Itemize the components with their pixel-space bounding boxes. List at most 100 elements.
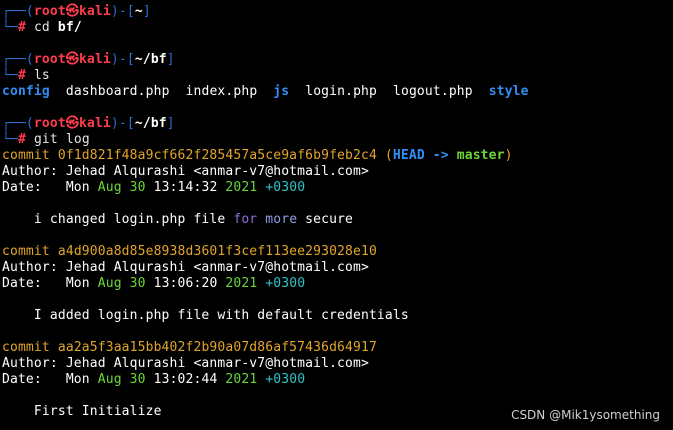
kali-skull-icon: ㉿ bbox=[65, 116, 79, 131]
author-label: Author: bbox=[2, 356, 58, 371]
prompt-frame-mid: )-[ bbox=[110, 116, 135, 131]
root-hash-symbol: # bbox=[17, 132, 26, 147]
commit-hash: 0f1d821f48a9cf662f285457a5ce9af6b9feb2c4 bbox=[57, 148, 377, 163]
commit-label: commit bbox=[2, 340, 50, 355]
commit-message-text: I added login.php file with default cred… bbox=[33, 308, 409, 323]
date-time: 13:02:44 bbox=[153, 372, 218, 387]
date-time: 13:14:32 bbox=[153, 180, 218, 195]
prompt-top-line: ┌──(root㉿kali)-[~/bf] bbox=[2, 116, 673, 132]
prompt-frame-mid: )-[ bbox=[110, 52, 135, 67]
ref-paren-open: ( bbox=[384, 148, 393, 163]
prompt-top-line: ┌──(root㉿kali)-[~] bbox=[2, 4, 673, 20]
date-weekday: Mon bbox=[65, 180, 90, 195]
root-hash-symbol: # bbox=[17, 20, 26, 35]
prompt-host: kali bbox=[79, 52, 111, 67]
date-timezone: +0300 bbox=[265, 276, 306, 291]
date-line: Date: Mon Aug 30 13:14:32 2021 +0300 bbox=[2, 180, 673, 196]
author-line: Author: Jehad Alqurashi <anmar-v7@hotmai… bbox=[2, 164, 673, 180]
ls-item-file: logout.php bbox=[392, 84, 473, 99]
date-year: 2021 bbox=[225, 372, 258, 387]
date-year: 2021 bbox=[225, 276, 258, 291]
ls-output: config dashboard.php index.php js login.… bbox=[2, 84, 673, 100]
prompt-host: kali bbox=[79, 4, 111, 19]
ls-item-dir: config bbox=[2, 84, 50, 99]
prompt-frame: ┌──( bbox=[2, 116, 34, 131]
root-hash-symbol: # bbox=[17, 68, 26, 83]
commit-message: I added login.php file with default cred… bbox=[2, 308, 673, 324]
commit-hash: a4d900a8d85e8938d3601f3cef113ee293028e10 bbox=[57, 244, 377, 259]
author-line: Author: Jehad Alqurashi <anmar-v7@hotmai… bbox=[2, 260, 673, 276]
prompt-corner: └─ bbox=[2, 68, 18, 83]
head-ref: HEAD -> bbox=[392, 148, 449, 163]
prompt-frame-end: ] bbox=[142, 4, 151, 19]
kali-skull-icon: ㉿ bbox=[65, 4, 79, 19]
ls-item-file: login.php bbox=[305, 84, 378, 99]
ls-item-file: dashboard.php bbox=[65, 84, 170, 99]
author-label: Author: bbox=[2, 260, 58, 275]
prompt-frame-end: ] bbox=[166, 116, 175, 131]
prompt-command-line: └─# git log bbox=[2, 132, 673, 148]
prompt-top-line: ┌──(root㉿kali)-[~/bf] bbox=[2, 52, 673, 68]
prompt-path: ~/bf bbox=[134, 116, 167, 131]
date-label: Date: bbox=[2, 372, 42, 387]
commit-message-text: secure bbox=[297, 212, 354, 227]
date-line: Date: Mon Aug 30 13:06:20 2021 +0300 bbox=[2, 276, 673, 292]
command-arg: bf/ bbox=[57, 20, 82, 35]
command-name: ls bbox=[33, 68, 50, 83]
prompt-command-line: └─# cd bf/ bbox=[2, 20, 673, 36]
date-weekday: Mon bbox=[65, 372, 90, 387]
command-name: git bbox=[33, 132, 58, 147]
prompt-frame: ┌──( bbox=[2, 52, 34, 67]
command-name: cd bbox=[33, 20, 50, 35]
prompt-user: root bbox=[33, 4, 66, 19]
date-label: Date: bbox=[2, 276, 42, 291]
author-label: Author: bbox=[2, 164, 58, 179]
commit-label: commit bbox=[2, 148, 50, 163]
command-arg: log bbox=[65, 132, 90, 147]
commit-label: commit bbox=[2, 244, 50, 259]
date-year: 2021 bbox=[225, 180, 258, 195]
ref-paren-close: ) bbox=[504, 148, 513, 163]
kali-skull-icon: ㉿ bbox=[65, 52, 79, 67]
commit-hash: aa2a5f3aa15bb402f2b90a07d86af57436d64917 bbox=[57, 340, 377, 355]
ls-item-dir: js bbox=[273, 84, 290, 99]
author-line: Author: Jehad Alqurashi <anmar-v7@hotmai… bbox=[2, 356, 673, 372]
date-month-day: Aug 30 bbox=[97, 276, 146, 291]
terminal-window[interactable]: ┌──(root㉿kali)-[~] └─# cd bf/ ┌──(root㉿k… bbox=[0, 0, 673, 430]
author-value: Jehad Alqurashi <anmar-v7@hotmail.com> bbox=[65, 356, 369, 371]
date-month-day: Aug 30 bbox=[97, 372, 146, 387]
date-label: Date: bbox=[2, 180, 42, 195]
commit-line: commit a4d900a8d85e8938d3601f3cef113ee29… bbox=[2, 244, 673, 260]
branch-name: master bbox=[456, 148, 505, 163]
prompt-corner: └─ bbox=[2, 132, 18, 147]
prompt-corner: └─ bbox=[2, 20, 18, 35]
prompt-command-line: └─# ls bbox=[2, 68, 673, 84]
prompt-user: root bbox=[33, 116, 66, 131]
date-time: 13:06:20 bbox=[153, 276, 218, 291]
commit-message-keyword: more bbox=[265, 212, 298, 227]
author-value: Jehad Alqurashi <anmar-v7@hotmail.com> bbox=[65, 164, 369, 179]
prompt-user: root bbox=[33, 52, 66, 67]
commit-message-text: i changed login.php file bbox=[33, 212, 234, 227]
date-weekday: Mon bbox=[65, 276, 90, 291]
date-month-day: Aug 30 bbox=[97, 180, 146, 195]
commit-message-text: First Initialize bbox=[33, 404, 162, 419]
prompt-frame-mid: )-[ bbox=[110, 4, 135, 19]
ls-item-file: index.php bbox=[185, 84, 258, 99]
date-line: Date: Mon Aug 30 13:02:44 2021 +0300 bbox=[2, 372, 673, 388]
date-timezone: +0300 bbox=[265, 372, 306, 387]
commit-message: i changed login.php file for more secure bbox=[2, 212, 673, 228]
author-value: Jehad Alqurashi <anmar-v7@hotmail.com> bbox=[65, 260, 369, 275]
prompt-host: kali bbox=[79, 116, 111, 131]
commit-message-keyword: for bbox=[233, 212, 258, 227]
date-timezone: +0300 bbox=[265, 180, 306, 195]
prompt-path: ~/bf bbox=[134, 52, 167, 67]
csdn-watermark: CSDN @Mik1ysomething bbox=[511, 408, 660, 422]
